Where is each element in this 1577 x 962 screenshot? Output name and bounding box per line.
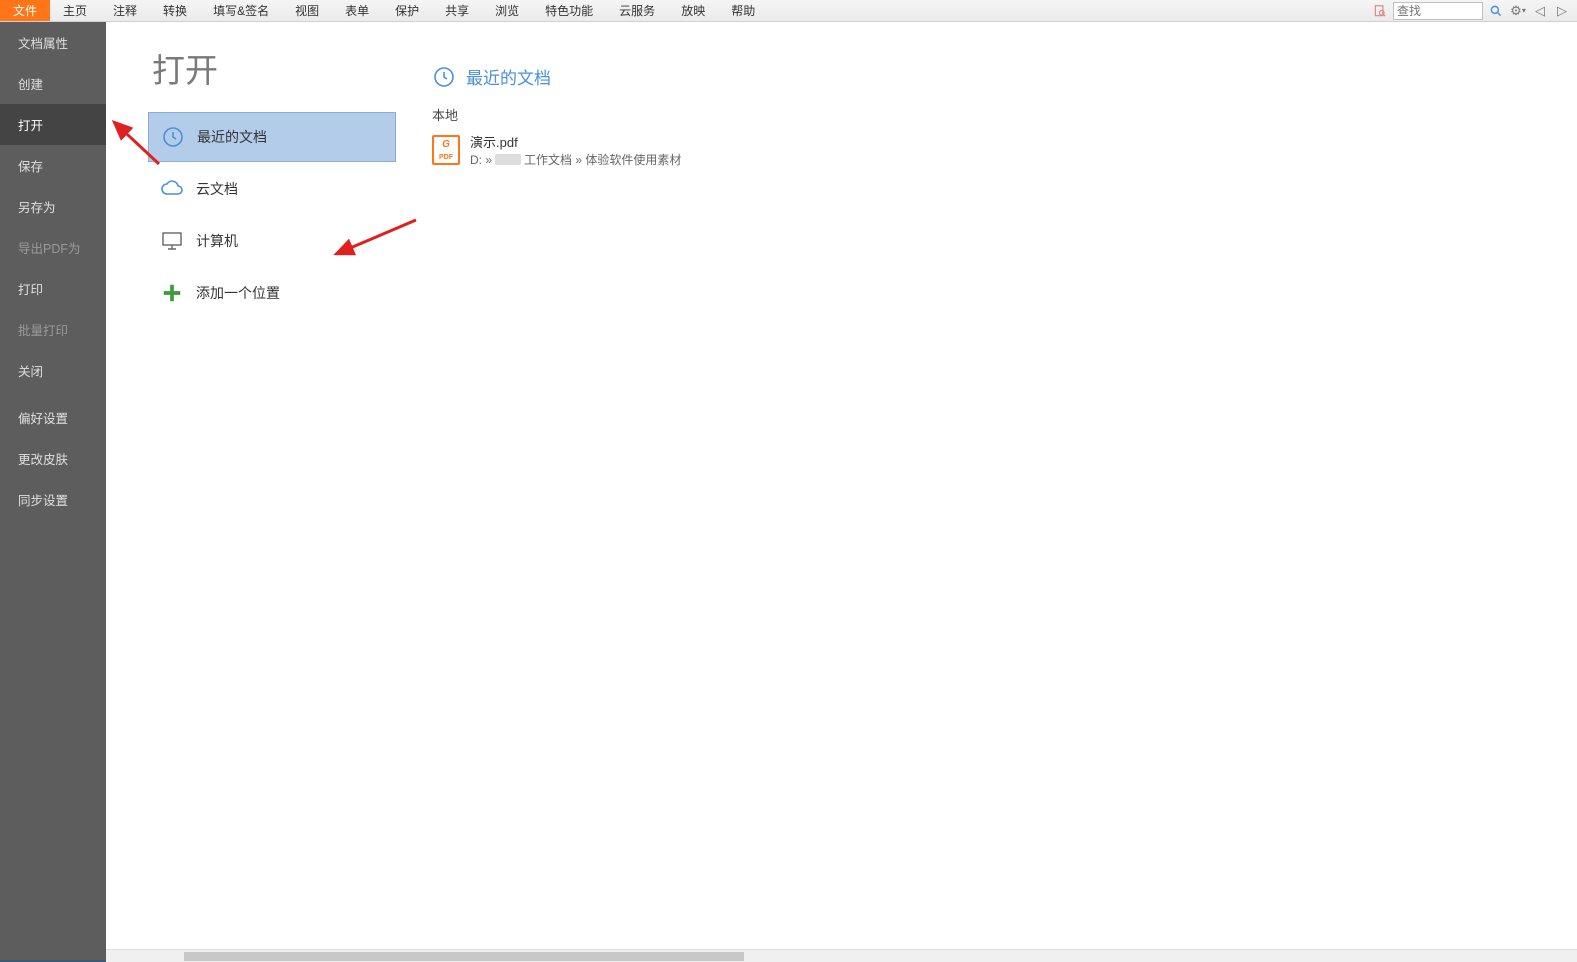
- recent-file-item[interactable]: PDF 演示.pdfD: » xx 工作文档 » 体验软件使用素材: [432, 130, 1577, 170]
- option-cloud[interactable]: 云文档: [148, 164, 396, 214]
- sidebar-item-更改皮肤[interactable]: 更改皮肤: [0, 438, 106, 479]
- sidebar-item-关闭[interactable]: 关闭: [0, 350, 106, 391]
- menu-表单[interactable]: 表单: [332, 0, 382, 21]
- section-label-local: 本地: [432, 105, 1577, 124]
- computer-icon: [160, 229, 184, 253]
- menu-视图[interactable]: 视图: [282, 0, 332, 21]
- nav-back-icon[interactable]: ◁: [1531, 2, 1549, 20]
- sidebar-item-偏好设置[interactable]: 偏好设置: [0, 397, 106, 438]
- gear-icon[interactable]: ⚙▾: [1509, 2, 1527, 20]
- menu-共享[interactable]: 共享: [432, 0, 482, 21]
- recent-panel: 最近的文档 本地 PDF 演示.pdfD: » xx 工作文档 » 体验软件使用素…: [396, 22, 1577, 962]
- menu-文件[interactable]: 文件: [0, 0, 50, 21]
- open-options-panel: 打开 最近的文档云文档计算机添加一个位置: [106, 22, 396, 962]
- option-label: 云文档: [196, 179, 238, 199]
- sidebar-item-另存为[interactable]: 另存为: [0, 186, 106, 227]
- menu-保护[interactable]: 保护: [382, 0, 432, 21]
- menubar: 文件主页注释转换填写&签名视图表单保护共享浏览特色功能云服务放映帮助 ⚙▾◁▷: [0, 0, 1577, 22]
- sidebar-item-打印[interactable]: 打印: [0, 268, 106, 309]
- clock-icon: [161, 125, 185, 149]
- sidebar-item-保存[interactable]: 保存: [0, 145, 106, 186]
- option-label: 添加一个位置: [196, 283, 280, 303]
- sidebar-item-文档属性[interactable]: 文档属性: [0, 22, 106, 63]
- menu-填写&签名[interactable]: 填写&签名: [200, 0, 282, 21]
- sidebar-item-批量打印[interactable]: 批量打印: [0, 309, 106, 350]
- plus-icon: [160, 281, 184, 305]
- cloud-icon: [160, 177, 184, 201]
- search-input[interactable]: [1393, 2, 1483, 20]
- nav-forward-icon[interactable]: ▷: [1553, 2, 1571, 20]
- menu-放映[interactable]: 放映: [668, 0, 718, 21]
- option-add[interactable]: 添加一个位置: [148, 268, 396, 318]
- search-icon[interactable]: [1487, 2, 1505, 20]
- sidebar-item-打开[interactable]: 打开: [0, 104, 106, 145]
- sidebar-item-同步设置[interactable]: 同步设置: [0, 479, 106, 520]
- menu-浏览[interactable]: 浏览: [482, 0, 532, 21]
- menu-转换[interactable]: 转换: [150, 0, 200, 21]
- menu-云服务[interactable]: 云服务: [606, 0, 668, 21]
- page-title: 打开: [152, 44, 396, 92]
- menu-特色功能[interactable]: 特色功能: [532, 0, 606, 21]
- scrollbar-thumb[interactable]: [184, 952, 744, 961]
- horizontal-scrollbar[interactable]: [106, 949, 1577, 962]
- recent-header-label: 最近的文档: [466, 64, 551, 89]
- menu-注释[interactable]: 注释: [100, 0, 150, 21]
- sidebar-item-创建[interactable]: 创建: [0, 63, 106, 104]
- recent-header: 最近的文档: [432, 64, 1577, 89]
- option-label: 计算机: [196, 231, 238, 251]
- file-sidebar: 文档属性创建打开保存另存为导出PDF为打印批量打印关闭偏好设置更改皮肤同步设置: [0, 22, 106, 962]
- option-label: 最近的文档: [197, 127, 267, 147]
- find-in-doc-icon[interactable]: [1371, 2, 1389, 20]
- clock-icon: [432, 65, 456, 89]
- content-area: 打开 最近的文档云文档计算机添加一个位置 最近的文档 本地 PDF 演示.pdfD…: [106, 22, 1577, 962]
- option-computer[interactable]: 计算机: [148, 216, 396, 266]
- menu-主页[interactable]: 主页: [50, 0, 100, 21]
- pdf-file-icon: PDF: [432, 135, 460, 165]
- file-path: D: » xx 工作文档 » 体验软件使用素材: [470, 151, 681, 168]
- menu-帮助[interactable]: 帮助: [718, 0, 768, 21]
- option-recent[interactable]: 最近的文档: [148, 112, 396, 162]
- file-name: 演示.pdf: [470, 132, 681, 151]
- sidebar-item-导出PDF为[interactable]: 导出PDF为: [0, 227, 106, 268]
